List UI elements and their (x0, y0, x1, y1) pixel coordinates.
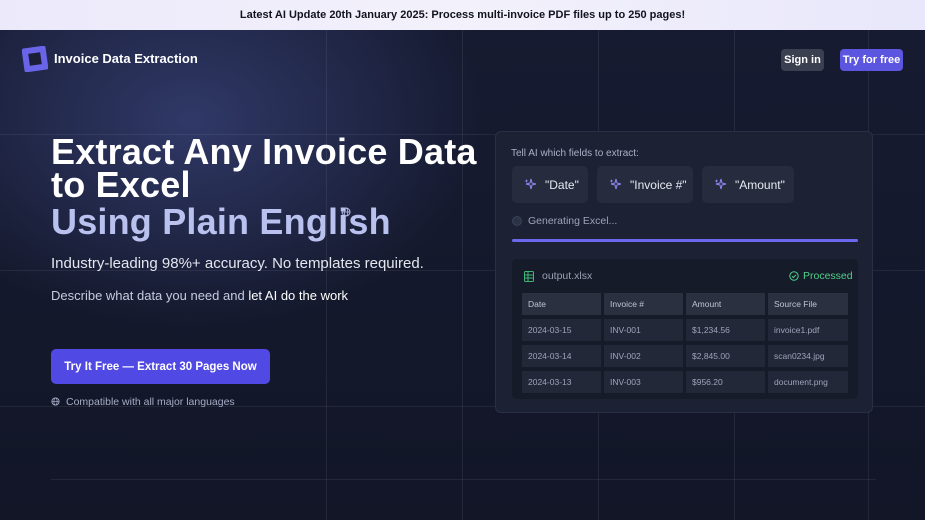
table-row: 2024-03-14 INV-002 $2,845.00 scan0234.jp… (522, 345, 848, 370)
grid-line (51, 479, 876, 480)
column-header-source-file: Source File (768, 293, 848, 315)
field-chip-label: "Amount" (735, 177, 785, 192)
field-chip-invoice-number[interactable]: "Invoice #" (597, 166, 693, 203)
field-chip-amount[interactable]: "Amount" (702, 166, 794, 203)
globe-icon (341, 207, 351, 217)
extraction-demo-panel: Tell AI which fields to extract: "Date" … (495, 131, 873, 413)
sparkle-icon (609, 178, 622, 190)
column-header-amount: Amount (686, 293, 765, 315)
announcement-text: Latest AI Update 20th January 2025: Proc… (239, 9, 686, 21)
output-file-card: output.xlsx Processed Date Invoice # Amo… (512, 259, 858, 399)
progress-bar (512, 239, 858, 242)
table-cell: document.png (768, 371, 848, 393)
prompt-label: Tell AI which fields to extract: (511, 148, 639, 159)
hero-description-highlight: let AI do the work (248, 288, 349, 303)
hero-title-line3: Using Plain English (51, 201, 391, 242)
announcement-banner[interactable]: Latest AI Update 20th January 2025: Proc… (0, 0, 925, 30)
field-chip-date[interactable]: "Date" (512, 166, 588, 203)
grid-line (462, 30, 463, 520)
table-cell: scan0234.jpg (768, 345, 848, 367)
table-cell: invoice1.pdf (768, 319, 848, 341)
sign-in-button[interactable]: Sign in (781, 49, 824, 71)
progress-bar-fill (512, 239, 858, 242)
check-circle-icon (789, 271, 799, 281)
globe-icon (51, 397, 60, 406)
column-header-invoice: Invoice # (604, 293, 683, 315)
table-cell: INV-002 (604, 345, 683, 367)
sparkle-icon (714, 178, 727, 190)
processed-status: Processed (803, 270, 853, 282)
brand-name[interactable]: Invoice Data Extraction (54, 51, 198, 66)
table-cell: $2,845.00 (686, 345, 765, 367)
grid-line (326, 30, 327, 520)
table-cell: INV-001 (604, 319, 683, 341)
hero-title-line2: to Excel (51, 164, 191, 205)
output-file-name[interactable]: output.xlsx (542, 270, 592, 282)
table-cell: 2024-03-14 (522, 345, 601, 367)
table-row: 2024-03-13 INV-003 $956.20 document.png (522, 371, 848, 396)
brand-logo-icon[interactable] (22, 46, 48, 72)
sparkle-icon (524, 178, 537, 190)
table-cell: INV-003 (604, 371, 683, 393)
spreadsheet-icon (524, 271, 534, 282)
table-row: 2024-03-15 INV-001 $1,234.56 invoice1.pd… (522, 319, 848, 344)
generating-status: Generating Excel... (528, 215, 618, 227)
hero-description: Describe what data you need and let AI d… (51, 288, 348, 303)
table-header-row: Date Invoice # Amount Source File (522, 293, 848, 318)
try-it-free-cta-button[interactable]: Try It Free — Extract 30 Pages Now (51, 349, 270, 384)
extracted-data-table: Date Invoice # Amount Source File 2024-0… (522, 293, 848, 397)
field-chip-label: "Invoice #" (630, 177, 687, 192)
hero-description-prefix: Describe what data you need and (51, 288, 249, 303)
table-cell: 2024-03-13 (522, 371, 601, 393)
column-header-date: Date (522, 293, 601, 315)
spinner-icon (512, 216, 522, 226)
table-cell: $1,234.56 (686, 319, 765, 341)
field-chip-label: "Date" (545, 177, 579, 192)
compatibility-note: Compatible with all major languages (66, 396, 235, 408)
table-cell: $956.20 (686, 371, 765, 393)
table-cell: 2024-03-15 (522, 319, 601, 341)
hero-subtitle: Industry-leading 98%+ accuracy. No templ… (51, 255, 424, 272)
try-for-free-button[interactable]: Try for free (840, 49, 903, 71)
